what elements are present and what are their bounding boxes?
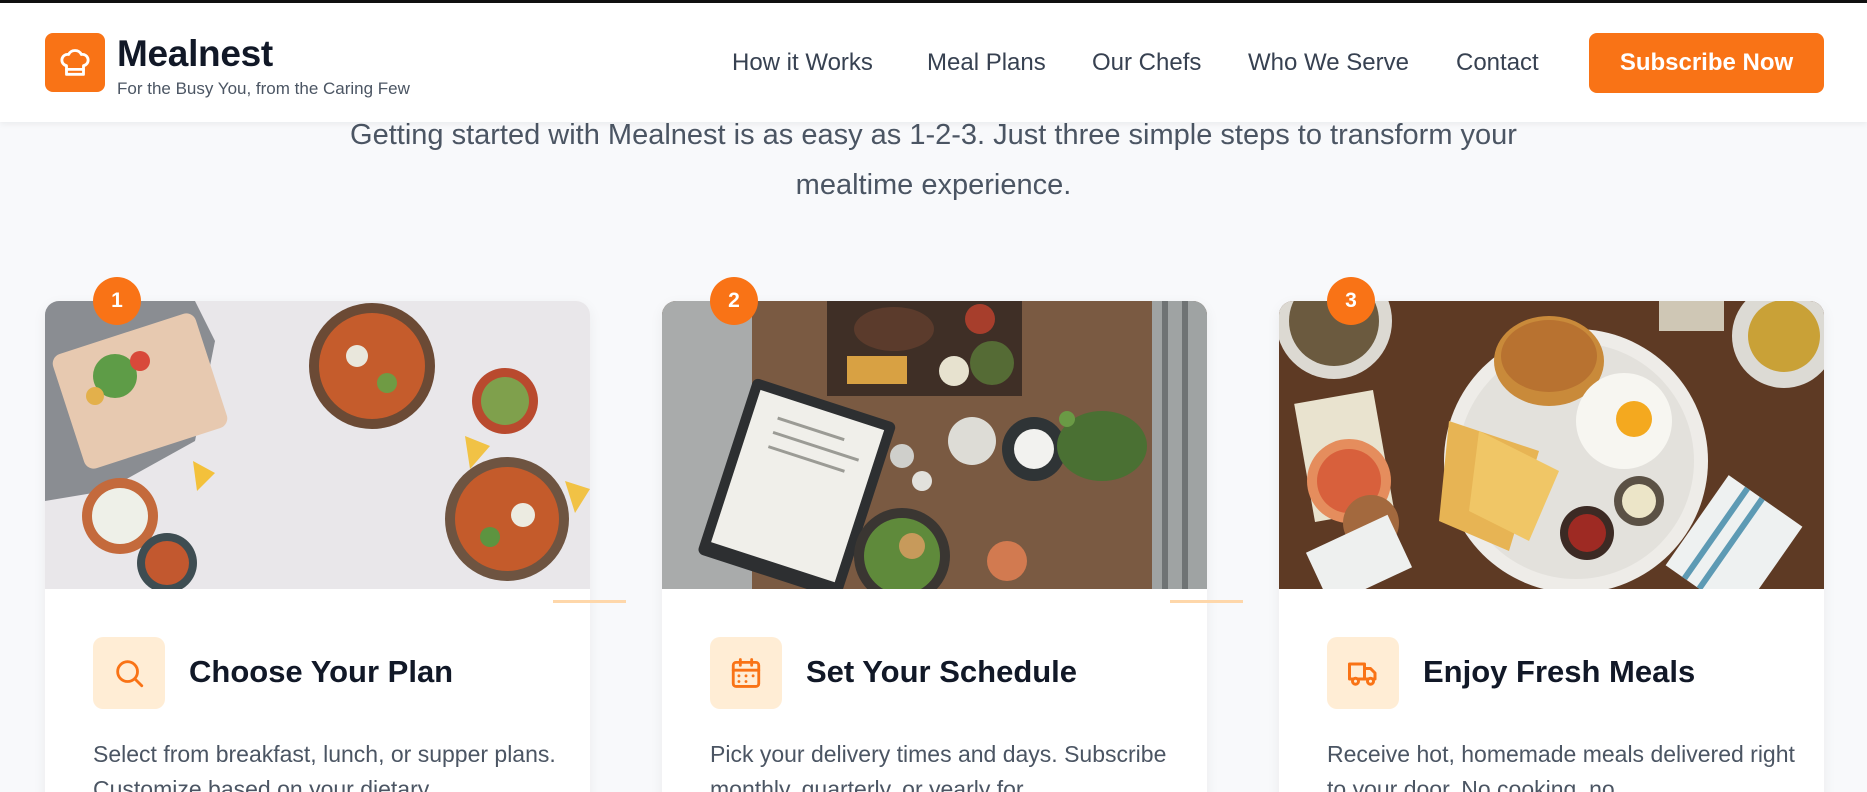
step-card-enjoy-meals: Enjoy Fresh Meals Receive hot, homemade … [1279,301,1824,792]
card-description: Receive hot, homemade meals delivered ri… [1327,741,1795,792]
step-badge-1: 1 [93,277,141,325]
site-header: Mealnest For the Busy You, from the Cari… [0,3,1867,122]
choose-plan-icon-box [93,637,165,709]
brand-tagline: For the Busy You, from the Caring Few [117,79,410,98]
card-image-restaurant-table [662,301,1207,589]
nav-who-we-serve[interactable]: Who We Serve [1248,49,1409,77]
step-badge-3: 3 [1327,277,1375,325]
chef-hat-icon [60,48,90,76]
intro-text: Getting started with Mealnest is as easy… [350,119,1517,201]
step-card-set-schedule: Set Your Schedule Pick your delivery tim… [662,301,1207,792]
step-badge-2: 2 [710,277,758,325]
card-description: Select from breakfast, lunch, or supper … [93,741,556,792]
calendar-icon [731,658,761,688]
logo[interactable] [45,33,105,92]
step-connector-1 [553,600,626,603]
card-title: Choose Your Plan [189,654,454,689]
brand-name[interactable]: Mealnest [117,33,273,75]
nav-meal-plans[interactable]: Meal Plans [927,49,1046,77]
step-connector-2 [1170,600,1243,603]
card-image-food-bowls [45,301,590,589]
card-image-burger-plate [1279,301,1824,589]
nav-contact[interactable]: Contact [1456,49,1539,77]
card-description: Pick your delivery times and days. Subsc… [710,741,1167,792]
enjoy-meals-icon-box [1327,637,1399,709]
truck-icon [1348,662,1377,686]
set-schedule-icon-box [710,637,782,709]
step-card-choose-plan: Choose Your Plan Select from breakfast, … [45,301,590,792]
search-icon [116,660,144,688]
nav-our-chefs[interactable]: Our Chefs [1092,49,1201,77]
nav-how-it-works[interactable]: How it Works [732,49,873,77]
card-title: Set Your Schedule [806,654,1078,689]
card-title: Enjoy Fresh Meals [1423,654,1696,689]
subscribe-now-button[interactable]: Subscribe Now [1589,33,1824,93]
